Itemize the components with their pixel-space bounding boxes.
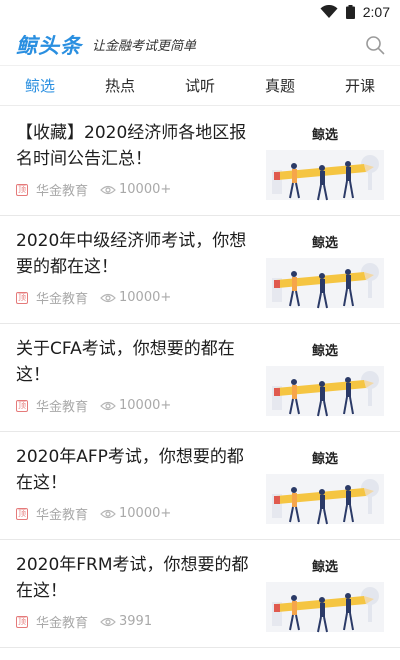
- eye-icon: [100, 293, 116, 302]
- article-title: 2020年FRM考试，你想要的都在这！: [16, 555, 249, 601]
- article-list: 【收藏】2020经济师各地区报名时间公告汇总！ 顶 华金教育 10000+ 鲸选: [0, 108, 400, 648]
- view-count-value: 10000+: [119, 506, 172, 521]
- source-badge-icon: 顶: [16, 507, 28, 520]
- status-bar: 2:07: [0, 0, 400, 24]
- tab-hot[interactable]: 热点: [80, 66, 160, 106]
- article-title: 关于CFA考试，你想要的都在这！: [16, 339, 235, 385]
- article-thumbnail[interactable]: 鲸选: [266, 228, 384, 318]
- article-source: 华金教育: [36, 184, 89, 199]
- article-item[interactable]: 2020年FRM考试，你想要的都在这！ 顶 华金教育 3991 鲸选: [0, 540, 400, 648]
- article-meta: 顶 华金教育 10000+: [16, 288, 258, 307]
- people-carrying-pencil-illustration: [266, 366, 384, 417]
- thumbnail-label: 鲸选: [311, 560, 338, 575]
- article-item[interactable]: 【收藏】2020经济师各地区报名时间公告汇总！ 顶 华金教育 10000+ 鲸选: [0, 108, 400, 216]
- article-meta: 顶 华金教育 10000+: [16, 396, 258, 415]
- eye-icon: [100, 401, 116, 410]
- view-count-value: 10000+: [119, 290, 172, 305]
- source-badge-icon: 顶: [16, 291, 28, 304]
- tab-courses[interactable]: 开课: [320, 66, 400, 106]
- article-meta: 顶 华金教育 10000+: [16, 180, 258, 199]
- article-thumbnail[interactable]: 鲸选: [266, 552, 384, 642]
- search-icon[interactable]: [364, 34, 386, 56]
- eye-icon: [100, 509, 116, 518]
- article-title: 【收藏】2020经济师各地区报名时间公告汇总！: [16, 123, 247, 169]
- people-carrying-pencil-illustration: [266, 258, 384, 309]
- article-meta: 顶 华金教育 10000+: [16, 504, 258, 523]
- article-thumbnail[interactable]: 鲸选: [266, 120, 384, 210]
- view-count: 10000+: [100, 290, 171, 305]
- article-thumbnail[interactable]: 鲸选: [266, 444, 384, 534]
- source-badge-icon: 顶: [16, 399, 28, 412]
- source-badge-icon: 顶: [16, 183, 28, 196]
- view-count: 10000+: [100, 506, 171, 521]
- article-item[interactable]: 2020年AFP考试，你想要的都在这！ 顶 华金教育 10000+ 鲸选: [0, 432, 400, 540]
- tab-jingxuan[interactable]: 鲸选: [0, 66, 80, 106]
- article-source: 华金教育: [36, 292, 89, 307]
- people-carrying-pencil-illustration: [266, 150, 384, 201]
- category-tabs: 鲸选 热点 试听 真题 开课: [0, 66, 400, 106]
- article-source: 华金教育: [36, 616, 89, 631]
- article-title: 2020年AFP考试，你想要的都在这！: [16, 447, 244, 493]
- view-count-value: 10000+: [119, 182, 172, 197]
- app-header: 鲸头条 让金融考试更简单: [0, 24, 400, 66]
- article-source: 华金教育: [36, 400, 89, 415]
- thumbnail-label: 鲸选: [311, 344, 338, 359]
- people-carrying-pencil-illustration: [266, 582, 384, 633]
- view-count: 3991: [100, 614, 152, 629]
- view-count-value: 3991: [119, 614, 153, 629]
- tab-past-exams[interactable]: 真题: [240, 66, 320, 106]
- tab-trial[interactable]: 试听: [160, 66, 240, 106]
- view-count-value: 10000+: [119, 398, 172, 413]
- article-thumbnail[interactable]: 鲸选: [266, 336, 384, 426]
- people-carrying-pencil-illustration: [266, 474, 384, 525]
- view-count: 10000+: [100, 182, 171, 197]
- article-meta: 顶 华金教育 3991: [16, 612, 258, 631]
- view-count: 10000+: [100, 398, 171, 413]
- battery-icon: [345, 5, 355, 19]
- eye-icon: [100, 185, 116, 194]
- thumbnail-label: 鲸选: [311, 236, 338, 251]
- article-title: 2020年中级经济师考试，你想要的都在这！: [16, 231, 247, 277]
- source-badge-icon: 顶: [16, 615, 28, 628]
- thumbnail-label: 鲸选: [311, 128, 338, 143]
- wifi-icon: [320, 5, 338, 18]
- article-item[interactable]: 2020年中级经济师考试，你想要的都在这！ 顶 华金教育 10000+ 鲸选: [0, 216, 400, 324]
- app-slogan: 让金融考试更简单: [92, 39, 197, 54]
- status-time: 2:07: [362, 4, 390, 20]
- article-source: 华金教育: [36, 508, 89, 523]
- eye-icon: [100, 617, 116, 626]
- article-item[interactable]: 关于CFA考试，你想要的都在这！ 顶 华金教育 10000+ 鲸选: [0, 324, 400, 432]
- app-logo: 鲸头条: [16, 34, 82, 58]
- thumbnail-label: 鲸选: [311, 452, 338, 467]
